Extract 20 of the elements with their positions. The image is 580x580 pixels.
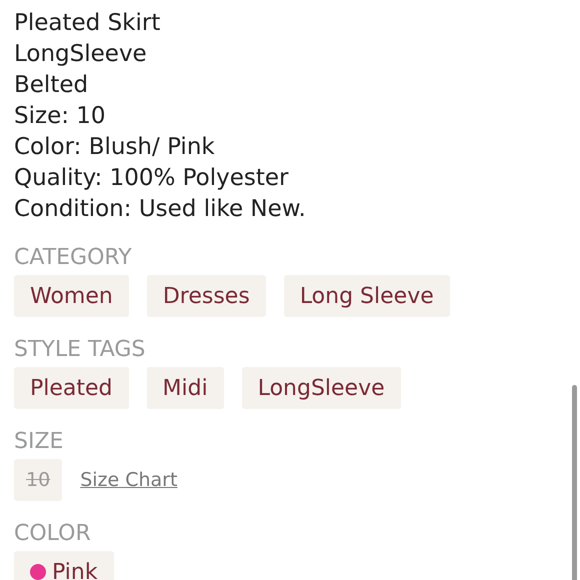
tag-chip[interactable]: Pleated — [14, 367, 129, 409]
tag-chip[interactable]: LongSleeve — [242, 367, 401, 409]
description-line: Quality: 100% Polyester — [14, 164, 290, 193]
section-heading: CATEGORY — [14, 245, 133, 271]
tag-chip[interactable]: Dresses — [146, 275, 266, 317]
description-line: Size: 10 — [14, 102, 107, 131]
section-heading: STYLE TAGS — [14, 337, 146, 363]
size-chart-link[interactable]: Size Chart — [80, 469, 178, 491]
color-chip[interactable]: Pink — [14, 551, 114, 580]
description-line: Condition: Used like New. — [14, 195, 307, 224]
scrollbar[interactable] — [572, 385, 577, 580]
description-line: Belted — [14, 71, 90, 100]
section-heading: COLOR — [14, 521, 92, 547]
tag-chip[interactable]: Women — [14, 275, 129, 317]
section-heading: SIZE — [14, 429, 64, 455]
description-line: Pleated Skirt — [14, 9, 162, 38]
description-line: LongSleeve — [14, 40, 148, 69]
description-line: Color: Blush/ Pink — [14, 133, 216, 162]
tag-chip[interactable]: Long Sleeve — [284, 275, 450, 317]
tag-chip[interactable]: Midi — [146, 367, 224, 409]
